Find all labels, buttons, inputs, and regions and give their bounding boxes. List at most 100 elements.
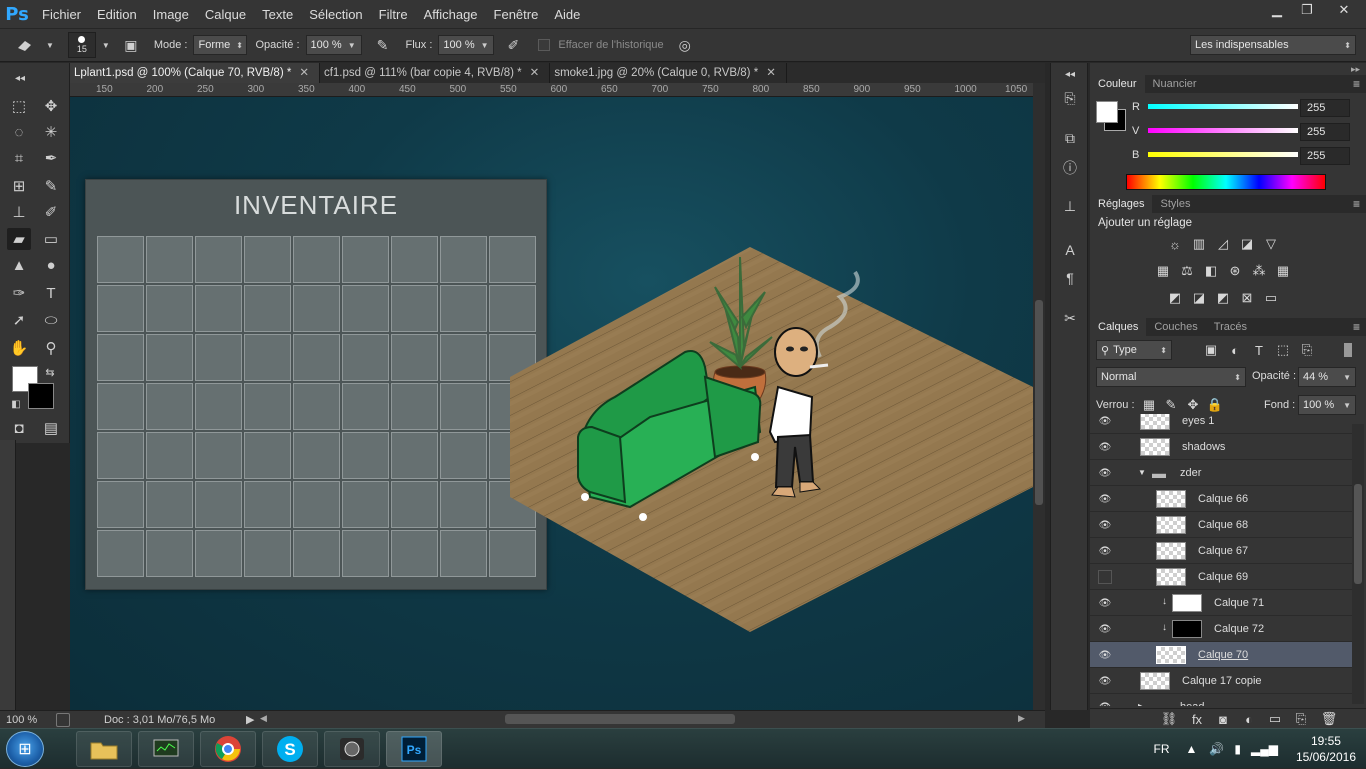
- filter-smart-icon[interactable]: ⎘: [1298, 341, 1316, 359]
- threshold-icon[interactable]: ◩: [1214, 289, 1232, 307]
- visibility-eye-icon[interactable]: 👁: [1098, 466, 1112, 480]
- status-arrow-icon[interactable]: ▶: [246, 713, 254, 726]
- posterize-icon[interactable]: ◪: [1190, 289, 1208, 307]
- close-icon[interactable]: ✕: [766, 67, 776, 79]
- brush-tool-icon[interactable]: ✎: [39, 175, 63, 197]
- history-checkbox[interactable]: [538, 39, 551, 51]
- clone-source-icon[interactable]: ⊥: [1059, 195, 1081, 217]
- visibility-eye-icon[interactable]: 👁: [1098, 622, 1112, 636]
- vibrance-icon[interactable]: ▽: [1262, 235, 1280, 253]
- menu-affichage[interactable]: Affichage: [416, 7, 486, 22]
- history-brush-tool-icon[interactable]: ✐: [39, 201, 63, 223]
- filter-pixel-icon[interactable]: ▣: [1202, 341, 1220, 359]
- lasso-tool-icon[interactable]: ◌: [7, 121, 31, 143]
- slider-value[interactable]: 255: [1300, 99, 1350, 117]
- visibility-eye-icon[interactable]: 👁: [1098, 648, 1112, 662]
- exposure-icon[interactable]: ◪: [1238, 235, 1256, 253]
- tab-cf1[interactable]: cf1.psd @ 111% (bar copie 4, RVB/8) * ✕: [319, 63, 551, 83]
- gradient-map-icon[interactable]: ⊠: [1238, 289, 1256, 307]
- layer-mask-icon[interactable]: ◙: [1214, 710, 1232, 728]
- paragraph-panel-icon[interactable]: ¶: [1059, 267, 1081, 289]
- move-tool-icon[interactable]: ✥: [39, 95, 63, 117]
- eraser-tool-icon[interactable]: ▰: [7, 228, 31, 250]
- color-spectrum-bar[interactable]: [1126, 174, 1326, 190]
- group-expand-icon[interactable]: ▼: [1138, 468, 1146, 477]
- device-icon[interactable]: ▮: [1234, 742, 1241, 756]
- gradient-tool-icon[interactable]: ▭: [39, 228, 63, 250]
- slider-v[interactable]: V 255: [1090, 123, 1366, 143]
- magic-wand-tool-icon[interactable]: ✳: [39, 121, 63, 143]
- visibility-eye-icon[interactable]: 👁: [1098, 674, 1112, 688]
- type-tool-icon[interactable]: T: [39, 282, 63, 304]
- visibility-eye-icon[interactable]: [1098, 570, 1112, 584]
- lock-position-icon[interactable]: ✥: [1184, 396, 1202, 414]
- pressure-size-icon[interactable]: ◎: [674, 34, 696, 56]
- layer-filter-select[interactable]: ⚲ Type ⬍: [1096, 340, 1172, 360]
- panel-menu-icon[interactable]: ≡: [1353, 318, 1360, 336]
- visibility-eye-icon[interactable]: 👁: [1098, 700, 1112, 707]
- visibility-eye-icon[interactable]: 👁: [1098, 492, 1112, 506]
- character-panel-icon[interactable]: A: [1059, 239, 1081, 261]
- volume-icon[interactable]: 🔊: [1209, 742, 1224, 756]
- filter-adjust-icon[interactable]: ◐: [1226, 341, 1244, 359]
- marquee-tool-icon[interactable]: ⬚: [7, 95, 31, 117]
- lock-pixels-icon[interactable]: ✎: [1162, 396, 1180, 414]
- close-icon[interactable]: ✕: [299, 67, 309, 79]
- collapse-icon[interactable]: ◂◂: [8, 67, 32, 89]
- tab-couleur[interactable]: Couleur: [1090, 75, 1145, 93]
- layer-row[interactable]: 👁 Calque 67: [1090, 538, 1352, 564]
- color-balance-icon[interactable]: ⚖: [1178, 262, 1196, 280]
- language-indicator[interactable]: FR: [1154, 742, 1170, 756]
- pressure-opacity-icon[interactable]: ✎: [372, 34, 394, 56]
- menu-image[interactable]: Image: [145, 7, 197, 22]
- selective-color-icon[interactable]: ▭: [1262, 289, 1280, 307]
- link-layers-icon[interactable]: ⛓: [1160, 710, 1178, 728]
- slider-track-b[interactable]: [1148, 152, 1298, 157]
- info-panel-icon[interactable]: ⓘ: [1059, 157, 1081, 179]
- menu-aide[interactable]: Aide: [546, 7, 588, 22]
- slider-value[interactable]: 255: [1300, 147, 1350, 165]
- layer-row[interactable]: 👁 ↓ Calque 72: [1090, 616, 1352, 642]
- layer-row[interactable]: 👁 ▼ ▬ zder: [1090, 460, 1352, 486]
- screen-mode-icon[interactable]: ▤: [39, 417, 63, 439]
- menu-edition[interactable]: Edition: [89, 7, 145, 22]
- menu-texte[interactable]: Texte: [254, 7, 301, 22]
- lock-all-icon[interactable]: 🔒: [1206, 396, 1224, 414]
- tab-smoke1[interactable]: smoke1.jpg @ 20% (Calque 0, RVB/8) * ✕: [550, 63, 787, 83]
- menu-fenetre[interactable]: Fenêtre: [486, 7, 547, 22]
- slider-value[interactable]: 255: [1300, 123, 1350, 141]
- layer-row[interactable]: 👁 Calque 17 copie: [1090, 668, 1352, 694]
- visibility-eye-icon[interactable]: 👁: [1098, 414, 1112, 428]
- panel-menu-icon[interactable]: ≡: [1353, 195, 1360, 213]
- group-expand-icon[interactable]: ▶: [1138, 702, 1144, 706]
- tab-styles[interactable]: Styles: [1152, 195, 1198, 213]
- menu-calque[interactable]: Calque: [197, 7, 254, 22]
- windows-start-icon[interactable]: ⊞: [6, 731, 44, 767]
- visibility-eye-icon[interactable]: 👁: [1098, 544, 1112, 558]
- path-selection-tool-icon[interactable]: ➚: [7, 309, 31, 331]
- layer-row[interactable]: 👁 ▶ ▬ head: [1090, 694, 1352, 706]
- panel-menu-icon[interactable]: ≡: [1353, 75, 1360, 93]
- network-icon[interactable]: ▂▄▆: [1251, 742, 1278, 756]
- new-group-icon[interactable]: ▭: [1266, 710, 1284, 728]
- swap-colors-icon[interactable]: ⇆: [38, 361, 62, 383]
- minimize-button[interactable]: ▁: [1262, 0, 1292, 20]
- trash-icon[interactable]: 🗑: [1320, 710, 1338, 728]
- ellipse-tool-icon[interactable]: ⬭: [39, 309, 63, 331]
- tab-calques[interactable]: Calques: [1090, 318, 1147, 336]
- stamp-tool-icon[interactable]: ⊥: [7, 201, 31, 223]
- chevron-down-icon[interactable]: ▼: [46, 41, 54, 50]
- menu-filtre[interactable]: Filtre: [371, 7, 416, 22]
- tab-reglages[interactable]: Réglages: [1090, 195, 1153, 213]
- default-colors-icon[interactable]: ◧: [4, 393, 28, 415]
- skype-icon[interactable]: S: [262, 731, 318, 767]
- levels-icon[interactable]: ▥: [1190, 235, 1208, 253]
- close-button[interactable]: ✕: [1322, 0, 1366, 20]
- healing-tool-icon[interactable]: ⊞: [7, 175, 31, 197]
- quick-mask-icon[interactable]: ◘: [7, 417, 31, 439]
- brush-panel-icon[interactable]: ▣: [120, 34, 142, 56]
- restore-button[interactable]: ❐: [1292, 0, 1322, 20]
- scroll-left-icon[interactable]: ◀: [260, 713, 267, 724]
- adjustment-layer-icon[interactable]: ◐: [1240, 710, 1258, 728]
- layer-row[interactable]: 👁 eyes 1: [1090, 414, 1352, 434]
